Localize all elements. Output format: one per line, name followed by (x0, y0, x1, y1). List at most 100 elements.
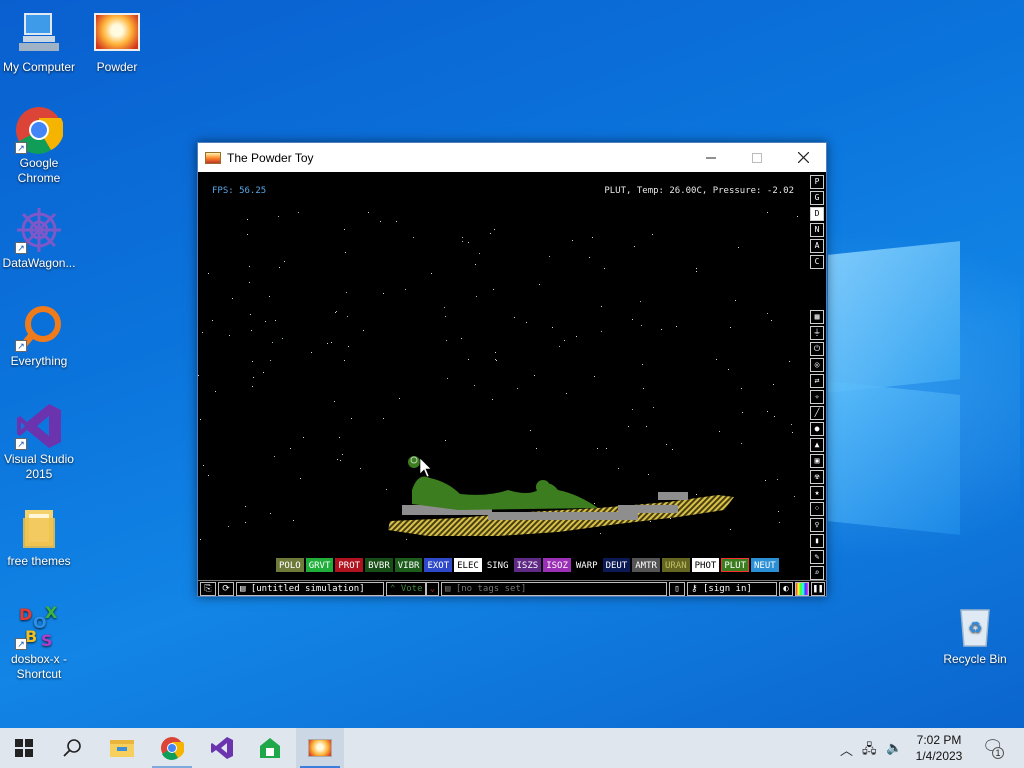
folder-icon (15, 504, 63, 552)
render-mode-d-button[interactable]: D (810, 207, 824, 221)
taskbar-file-explorer[interactable] (98, 728, 146, 768)
taskbar: ︿ 🖧 🔈 7:02 PM 1/4/2023 🗨 1 (0, 728, 1024, 768)
notifications-button[interactable]: 🗨 1 (982, 737, 1004, 759)
category-solids-icon[interactable]: ▣ (810, 454, 824, 468)
desktop-icon-datawagon[interactable]: ↗ DataWagon... (0, 206, 78, 271)
shortcut-arrow-icon: ↗ (15, 438, 27, 450)
reload-button[interactable]: ⟳ (218, 582, 234, 596)
category-special-icon[interactable]: ★ (810, 486, 824, 500)
element-exot-button[interactable]: EXOT (424, 558, 453, 572)
category-favorites-icon[interactable]: ▮ (810, 534, 824, 548)
element-isoz-button[interactable]: ISOZ (543, 558, 571, 572)
simulation-area[interactable]: FPS: 56.25 PLUT, Temp: 26.00C, Pressure:… (198, 172, 826, 596)
category-wall-icon[interactable]: ▦ (810, 310, 824, 324)
search-icon[interactable]: ⌕ (810, 566, 824, 580)
thumbs-up-icon: ⌃ (390, 584, 401, 594)
open-save-button[interactable]: ⎘ (200, 582, 216, 596)
element-phot-button[interactable]: PHOT (691, 558, 720, 572)
show-hidden-icons-button[interactable]: ︿ (840, 740, 853, 759)
element-polo-button[interactable]: POLO (276, 558, 304, 572)
element-amtr-button[interactable]: AMTR (632, 558, 660, 572)
element-bvbr-button[interactable]: BVBR (365, 558, 393, 572)
desktop-icon-label: DataWagon... (2, 256, 76, 270)
element-neut-button[interactable]: NEUT (751, 558, 779, 572)
powder-toy-window[interactable]: The Powder Toy FPS: 56.25 PLUT, Temp: 26… (197, 142, 827, 597)
minimize-button[interactable] (688, 143, 734, 172)
desktop-icon-label: Everything (10, 354, 68, 368)
element-uran-button[interactable]: URAN (661, 558, 690, 572)
category-powders-icon[interactable]: ▲ (810, 438, 824, 452)
shortcut-arrow-icon: ↗ (15, 142, 27, 154)
element-vibr-button[interactable]: VIBR (394, 558, 423, 572)
desktop-icon-free-themes[interactable]: free themes (0, 504, 78, 569)
desktop-icon-google-chrome[interactable]: ↗ Google Chrome (0, 106, 78, 186)
network-icon[interactable]: 🖧 (862, 740, 877, 762)
maximize-button[interactable] (734, 143, 780, 172)
datawagon-icon: ↗ (15, 206, 63, 254)
desktop-icon-my-computer[interactable]: My Computer (0, 10, 78, 75)
category-sensors-icon[interactable]: ◎ (810, 358, 824, 372)
window-titlebar[interactable]: The Powder Toy (198, 143, 826, 172)
settings-button[interactable]: ◐ (779, 582, 793, 596)
category-liquids-icon[interactable]: ● (810, 422, 824, 436)
desktop-icon-label: My Computer (2, 60, 76, 74)
sign-in-label: [sign in] (703, 584, 752, 594)
element-deut-button[interactable]: DEUT (602, 558, 631, 572)
vote-up-button[interactable]: ⌃ Vote (386, 582, 426, 596)
category-powered-icon[interactable]: ⏻ (810, 342, 824, 356)
element-sing-button[interactable]: SING (483, 558, 512, 572)
visual-studio-icon (211, 737, 233, 759)
element-grvt-button[interactable]: GRVT (305, 558, 334, 572)
category-gases-icon[interactable]: ╱ (810, 406, 824, 420)
clock-time: 7:02 PM (916, 733, 962, 747)
taskbar-visual-studio[interactable] (198, 728, 246, 768)
category-tools-icon[interactable]: ♀ (810, 518, 824, 532)
pause-button[interactable]: ❚❚ (811, 582, 825, 596)
sign-in-button[interactable]: ⚷ [sign in] (687, 582, 777, 596)
category-explosives-icon[interactable]: ✧ (810, 390, 824, 404)
vote-down-button[interactable]: ⌄ (426, 582, 439, 596)
render-mode-a-button[interactable]: A (810, 239, 824, 253)
render-mode-p-button[interactable]: P (810, 175, 824, 189)
svg-text:D: D (19, 605, 32, 624)
search-button[interactable] (48, 728, 96, 768)
category-electronics-icon[interactable]: ⏚ (810, 326, 824, 340)
simulation-particles (388, 456, 734, 536)
category-radioactive-icon[interactable]: ☢ (810, 470, 824, 484)
start-icon (15, 739, 33, 757)
close-button[interactable] (780, 143, 826, 172)
key-icon: ⚷ (691, 584, 704, 594)
desktop-icon-dosbox[interactable]: DOXBS ↗ dosbox-x - Shortcut (0, 602, 78, 682)
desktop-icon-powder[interactable]: Powder (78, 10, 156, 75)
chevron-up-icon: ︿ (840, 743, 854, 758)
category-life-icon[interactable]: ⁘ (810, 502, 824, 516)
category-decoration-icon[interactable]: ✎ (810, 550, 824, 564)
render-options-button[interactable] (795, 582, 809, 596)
category-force-icon[interactable]: ⇄ (810, 374, 824, 388)
start-button[interactable] (0, 728, 48, 768)
new-simulation-button[interactable]: ▯ (669, 582, 685, 596)
render-mode-g-button[interactable]: G (810, 191, 824, 205)
desktop-icon-label: dosbox-x - Shortcut (10, 652, 68, 681)
element-elec-button[interactable]: ELEC (454, 558, 482, 572)
element-iszs-button[interactable]: ISZS (513, 558, 542, 572)
clock[interactable]: 7:02 PM 1/4/2023 (905, 732, 973, 764)
element-prot-button[interactable]: PROT (335, 558, 364, 572)
desktop-icon-everything[interactable]: ↗ Everything (0, 304, 78, 369)
save-simulation-button[interactable]: ▤ [untitled simulation] (236, 582, 384, 596)
volume-icon[interactable]: 🔈 (886, 740, 902, 756)
powder-toy-icon (94, 13, 140, 51)
render-mode-n-button[interactable]: N (810, 223, 824, 237)
element-warp-button[interactable]: WARP (572, 558, 601, 572)
taskbar-chrome[interactable] (148, 728, 196, 768)
tag-icon: ▤ (445, 584, 456, 594)
taskbar-powder-toy[interactable] (296, 728, 344, 768)
taskbar-app[interactable] (246, 728, 294, 768)
tags-button[interactable]: ▤ [no tags set] (441, 582, 667, 596)
fps-counter: FPS: 56.25 (212, 186, 267, 196)
desktop-icon-recycle-bin[interactable]: ♻ Recycle Bin (936, 602, 1014, 667)
element-plut-button[interactable]: PLUT (721, 558, 749, 572)
chrome-icon (161, 737, 184, 760)
desktop-icon-visual-studio[interactable]: ↗ Visual Studio 2015 (0, 402, 78, 482)
render-mode-c-button[interactable]: C (810, 255, 824, 269)
